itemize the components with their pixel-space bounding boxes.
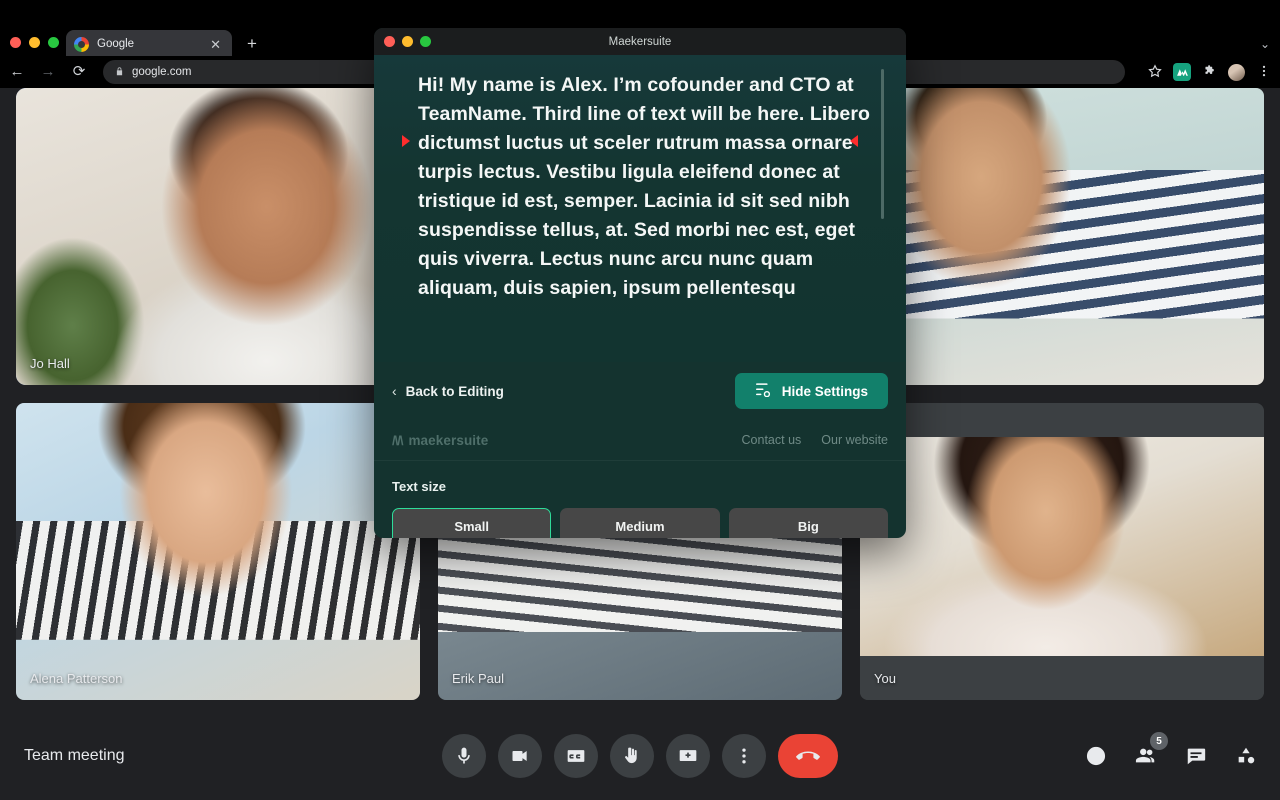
footer-links: Contact us Our website (742, 433, 888, 447)
tab-title: Google (97, 38, 135, 50)
info-icon (1086, 746, 1106, 766)
forward-button[interactable]: → (39, 63, 57, 81)
minimize-window-button[interactable] (29, 37, 40, 48)
activities-button[interactable] (1232, 742, 1260, 770)
prompter-right-cursor-icon (850, 135, 858, 147)
activities-icon (1238, 747, 1255, 764)
bookmark-star-icon[interactable] (1146, 63, 1163, 81)
video-tile-3[interactable] (860, 88, 1264, 385)
back-button[interactable]: ← (8, 63, 26, 81)
meeting-details-button[interactable] (1082, 742, 1110, 770)
maekersuite-actions: ‹ Back to Editing Hide Settings (374, 362, 906, 420)
participant-name-bar: Alena Patterson (16, 656, 420, 700)
participant-name: You (874, 670, 896, 686)
closed-captions-icon (567, 750, 585, 762)
lock-icon (115, 66, 124, 79)
self-video-frame (860, 437, 1264, 656)
browser-tab-google[interactable]: Google ✕ (66, 30, 232, 58)
ms-minimize-button[interactable] (402, 36, 413, 47)
settings-sliders-icon (755, 382, 772, 400)
meeting-title: Team meeting (24, 747, 125, 764)
text-size-label: Text size (392, 479, 446, 494)
text-size-medium-button[interactable]: Medium (560, 508, 720, 538)
maekersuite-logo: /\/\ maekersuite (392, 433, 488, 448)
meet-call-controls (442, 734, 838, 778)
chrome-menu-icon[interactable] (1255, 64, 1272, 81)
more-vertical-icon (742, 748, 746, 764)
present-screen-button[interactable] (666, 734, 710, 778)
teleprompter-panel[interactable]: Hi! My name is Alex. I’m cofounder and C… (374, 55, 906, 362)
back-to-editing-button[interactable]: ‹ Back to Editing (392, 383, 504, 399)
browser-toolbar-icons (1138, 63, 1272, 81)
maekersuite-window[interactable]: Maekersuite Hi! My name is Alex. I’m cof… (374, 28, 906, 538)
maekersuite-titlebar[interactable]: Maekersuite (374, 28, 906, 55)
text-size-options: Small Medium Big (392, 508, 888, 538)
prompter-scrollbar[interactable] (881, 69, 884, 219)
browser-window-controls[interactable] (10, 37, 59, 48)
participant-name-bar: Jo Hall (16, 341, 420, 385)
microphone-icon (458, 747, 470, 764)
captions-button[interactable] (554, 734, 598, 778)
maekersuite-wordmark: maekersuite (408, 432, 489, 448)
extensions-puzzle-icon[interactable] (1201, 64, 1218, 81)
participant-name: Alena Patterson (30, 670, 123, 686)
maekersuite-extension-icon[interactable] (1173, 63, 1191, 81)
maekersuite-window-title: Maekersuite (608, 35, 672, 48)
camera-button[interactable] (498, 734, 542, 778)
teleprompter-text: Hi! My name is Alex. I’m cofounder and C… (418, 74, 871, 299)
end-call-button[interactable] (778, 734, 838, 778)
prompter-left-cursor-icon (402, 135, 410, 147)
reload-button[interactable]: ⟳ (70, 63, 88, 81)
chevron-left-icon: ‹ (392, 383, 397, 399)
participant-name: Jo Hall (30, 355, 70, 371)
back-to-editing-label: Back to Editing (405, 383, 504, 399)
camera-icon (512, 751, 527, 761)
google-favicon (74, 36, 89, 52)
maximize-window-button[interactable] (48, 37, 59, 48)
participant-name-bar: You (860, 656, 1264, 700)
participant-name-bar: Erik Paul (438, 656, 842, 700)
maekersuite-logo-mark: /\/\ (392, 432, 403, 448)
chat-button[interactable] (1182, 742, 1210, 770)
video-tile-jo-hall[interactable]: Jo Hall (16, 88, 420, 385)
hide-settings-button[interactable]: Hide Settings (734, 373, 888, 409)
participant-video (860, 437, 1264, 656)
contact-us-link[interactable]: Contact us (742, 433, 802, 447)
close-tab-icon[interactable]: ✕ (207, 36, 224, 53)
ms-maximize-button[interactable] (420, 36, 431, 47)
profile-avatar[interactable] (1228, 63, 1245, 81)
participant-name: Erik Paul (452, 670, 505, 686)
our-website-link[interactable]: Our website (821, 433, 888, 447)
text-size-big-button[interactable]: Big (728, 508, 888, 538)
end-call-icon (796, 751, 820, 760)
settings-panel: Text size Small Medium Big (374, 460, 906, 538)
address-text: google.com (132, 66, 192, 78)
new-tab-button[interactable]: + (242, 34, 262, 54)
chevron-down-icon[interactable]: ⌄ (1260, 37, 1270, 51)
raise-hand-button[interactable] (610, 734, 654, 778)
participants-button[interactable]: 5 (1132, 732, 1168, 770)
chat-icon (1187, 748, 1206, 765)
maekersuite-window-controls[interactable] (384, 36, 431, 47)
more-options-button[interactable] (722, 734, 766, 778)
meet-bottom-bar: Team meeting 5 (0, 712, 1280, 800)
hide-settings-label: Hide Settings (781, 383, 868, 399)
participants-count-badge: 5 (1150, 732, 1168, 750)
screen: Google ✕ + ⌄ ← → ⟳ google.com Jo Hall Al… (0, 0, 1280, 800)
participant-name-bar (860, 341, 1264, 385)
close-window-button[interactable] (10, 37, 21, 48)
microphone-button[interactable] (442, 734, 486, 778)
video-tile-you[interactable]: You (860, 403, 1264, 700)
present-screen-icon (679, 750, 697, 761)
meet-right-controls: 5 (1082, 732, 1260, 770)
maekersuite-footer: /\/\ maekersuite Contact us Our website (374, 420, 906, 460)
raise-hand-icon (625, 747, 637, 764)
text-size-small-button[interactable]: Small (392, 508, 552, 538)
video-tile-alena-patterson[interactable]: Alena Patterson (16, 403, 420, 700)
ms-close-button[interactable] (384, 36, 395, 47)
